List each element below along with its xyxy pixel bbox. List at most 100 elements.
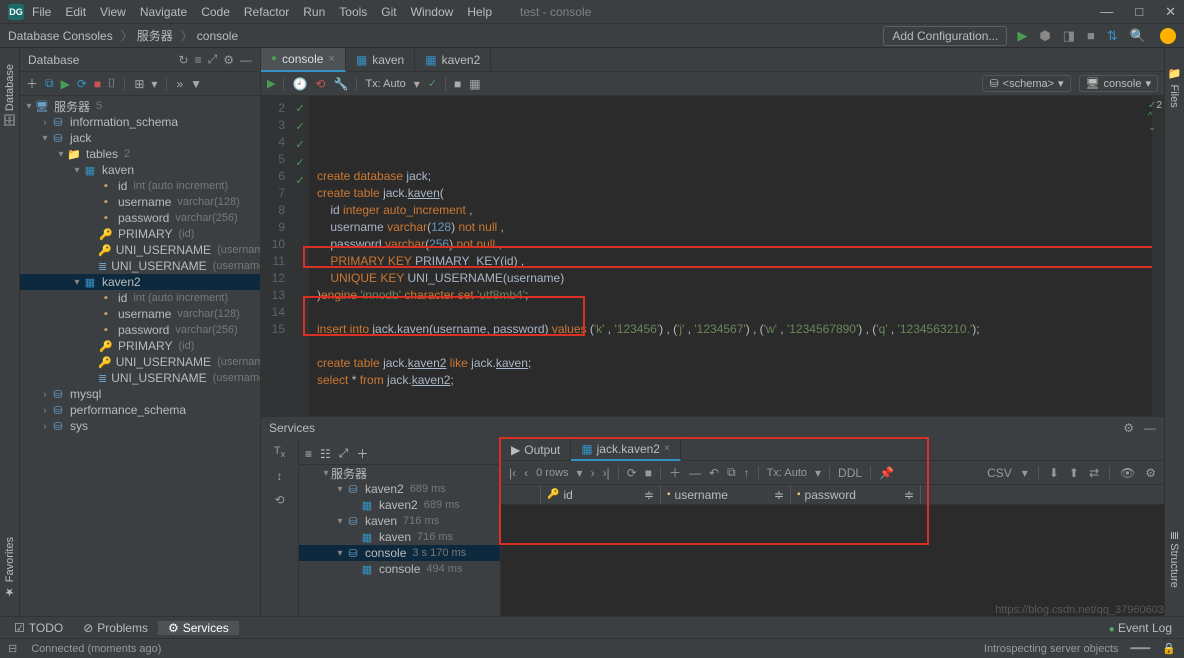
tree-uni-username-idx2[interactable]: UNI_USERNAME (111, 371, 206, 385)
output-tab[interactable]: ▶Output (501, 439, 571, 461)
gear-icon[interactable]: ⚙ (1145, 466, 1156, 480)
col-id[interactable]: 🔑id≑ (541, 485, 661, 504)
upload-icon[interactable]: ⬆ (1069, 466, 1079, 480)
tree-jack[interactable]: jack (70, 131, 91, 145)
tab-kaven2[interactable]: ▦kaven2 (415, 48, 491, 72)
search-icon[interactable]: 🔍 (1128, 28, 1148, 44)
pin-icon[interactable]: 📌 (879, 466, 894, 480)
tree-col-id2[interactable]: id (118, 291, 127, 305)
maximize-icon[interactable]: □ (1135, 4, 1143, 20)
menu-edit[interactable]: Edit (65, 5, 86, 19)
tree-primary[interactable]: PRIMARY (118, 227, 172, 241)
database-tree[interactable]: ▾🖥服务器5 ›⛁information_schema ▾⛁jack ▾📁tab… (20, 96, 260, 616)
expand-icon[interactable]: ⤢ (339, 446, 349, 461)
gear-icon[interactable]: ⚙ (223, 53, 234, 67)
history-icon[interactable]: 🕘 (292, 77, 307, 91)
eye-icon[interactable]: 👁 (1120, 466, 1135, 480)
tree-col-password[interactable]: password (118, 211, 169, 225)
col-password[interactable]: ▪password≑ (791, 485, 921, 504)
tree-kaven2[interactable]: kaven2 (102, 275, 141, 289)
tree-uni-username-idx[interactable]: UNI_USERNAME (111, 259, 206, 273)
tree-server[interactable]: 服务器 (54, 98, 90, 115)
menu-navigate[interactable]: Navigate (140, 5, 187, 19)
prev-icon[interactable]: ‹ (524, 466, 528, 480)
event-log[interactable]: ● Event Log (1109, 621, 1172, 635)
menu-help[interactable]: Help (467, 5, 492, 19)
revert-icon[interactable]: ↶ (709, 466, 719, 480)
stop-icon[interactable]: ■ (454, 77, 461, 91)
minimize-icon[interactable]: ― (1100, 4, 1113, 20)
breadcrumb-3[interactable]: console (197, 29, 238, 43)
tree-perf-schema[interactable]: performance_schema (70, 403, 186, 417)
session-selector[interactable]: 🖥 console ▾ (1079, 75, 1158, 92)
explain-icon[interactable]: 🔧 (333, 77, 348, 91)
tree-uni-username2[interactable]: UNI_USERNAME (116, 355, 211, 369)
tab-console[interactable]: ●console× (261, 48, 346, 72)
database-tab-vertical[interactable]: 🗄 Database (1, 56, 18, 136)
services-tree-row[interactable]: ▾⛁kaven2689 ms (299, 481, 500, 497)
ddl-button[interactable]: DDL (838, 466, 862, 480)
remove-row-icon[interactable]: — (689, 466, 701, 480)
tree-primary2[interactable]: PRIMARY (118, 339, 172, 353)
jump-query-icon[interactable]: ▶ (61, 77, 70, 91)
breadcrumb-2[interactable]: 服务器 (137, 27, 173, 44)
menu-tools[interactable]: Tools (339, 5, 367, 19)
jack-kaven2-tab[interactable]: ▦jack.kaven2× (571, 439, 681, 461)
services-tree-row[interactable]: ▦kaven2689 ms (299, 497, 500, 513)
services-tree-row[interactable]: ▾服务器 (299, 465, 500, 481)
menu-git[interactable]: Git (381, 5, 396, 19)
close-tab-icon[interactable]: × (328, 53, 334, 65)
hide-icon[interactable]: — (1144, 421, 1156, 435)
problems-strip[interactable]: ✓2 ^ ⌄ (1152, 96, 1164, 416)
menu-view[interactable]: View (100, 5, 126, 19)
col-username[interactable]: ▪username≑ (661, 485, 791, 504)
services-tree[interactable]: ≡ ☷ ⤢ ＋ ▾服务器▾⛁kaven2689 ms▦kaven2689 ms▾… (299, 439, 501, 616)
collapse-icon[interactable]: ⤢ (208, 52, 218, 67)
ide-status[interactable]: ⊟ (8, 642, 17, 655)
add-datasource-icon[interactable]: ＋ (26, 75, 38, 92)
tx-mode[interactable]: Tx: Auto (365, 78, 405, 90)
swap-icon[interactable]: ⟲ (274, 493, 284, 507)
settings-icon[interactable]: ▾ (151, 77, 157, 91)
add-row-icon[interactable]: ＋ (669, 464, 681, 481)
services-tree-row[interactable]: ▦kaven716 ms (299, 529, 500, 545)
gear-icon[interactable]: ⚙ (1123, 421, 1134, 435)
diagram-icon[interactable]: ⊞ (134, 77, 144, 91)
tree-tables-folder[interactable]: tables (86, 147, 118, 161)
transpose-icon[interactable]: ⇄ (1089, 466, 1099, 480)
rollback-icon[interactable]: ■ (94, 77, 101, 91)
services-tree-row[interactable]: ▦console494 ms (299, 561, 500, 577)
next-icon[interactable]: › (591, 466, 595, 480)
debug-icon[interactable]: ⬢ (1037, 28, 1052, 44)
menu-code[interactable]: Code (201, 5, 230, 19)
results-grid-body[interactable] (501, 505, 1164, 616)
add-icon[interactable]: ＋ (356, 445, 368, 462)
execute-icon[interactable]: ▶ (267, 77, 275, 90)
problems-tab[interactable]: ⊘Problems (73, 621, 158, 635)
schema-selector[interactable]: ⛁ <schema> ▾ (982, 75, 1070, 92)
breadcrumb-1[interactable]: Database Consoles (8, 29, 113, 43)
services-tab[interactable]: ⚙Services (158, 621, 239, 635)
close-icon[interactable]: ✕ (1165, 4, 1176, 20)
expand-icon[interactable]: » (176, 77, 183, 91)
tree-col-username[interactable]: username (118, 195, 171, 209)
tree-kaven[interactable]: kaven (102, 163, 134, 177)
sort-icon[interactable]: ↕ (277, 469, 283, 483)
menu-file[interactable]: File (32, 5, 51, 19)
hide-icon[interactable]: — (240, 53, 252, 67)
tree-icon[interactable]: ☷ (320, 447, 331, 461)
commit-icon[interactable]: ↑ (744, 466, 750, 480)
settings-icon[interactable]: ▦ (469, 77, 480, 91)
add-configuration-button[interactable]: Add Configuration... (883, 26, 1007, 46)
user-avatar[interactable] (1160, 28, 1176, 44)
run-icon[interactable]: ▶ (1015, 28, 1029, 44)
menu-window[interactable]: Window (411, 5, 454, 19)
menu-run[interactable]: Run (303, 5, 325, 19)
duplicate-icon[interactable]: ⧉ (45, 76, 54, 91)
coverage-icon[interactable]: ◨ (1061, 28, 1077, 44)
sync-icon[interactable]: ↻ (179, 53, 189, 67)
menu-refactor[interactable]: Refactor (244, 5, 289, 19)
tree-col-password2[interactable]: password (118, 323, 169, 337)
tree-sys[interactable]: sys (70, 419, 88, 433)
services-tree-row[interactable]: ▾⛁kaven716 ms (299, 513, 500, 529)
